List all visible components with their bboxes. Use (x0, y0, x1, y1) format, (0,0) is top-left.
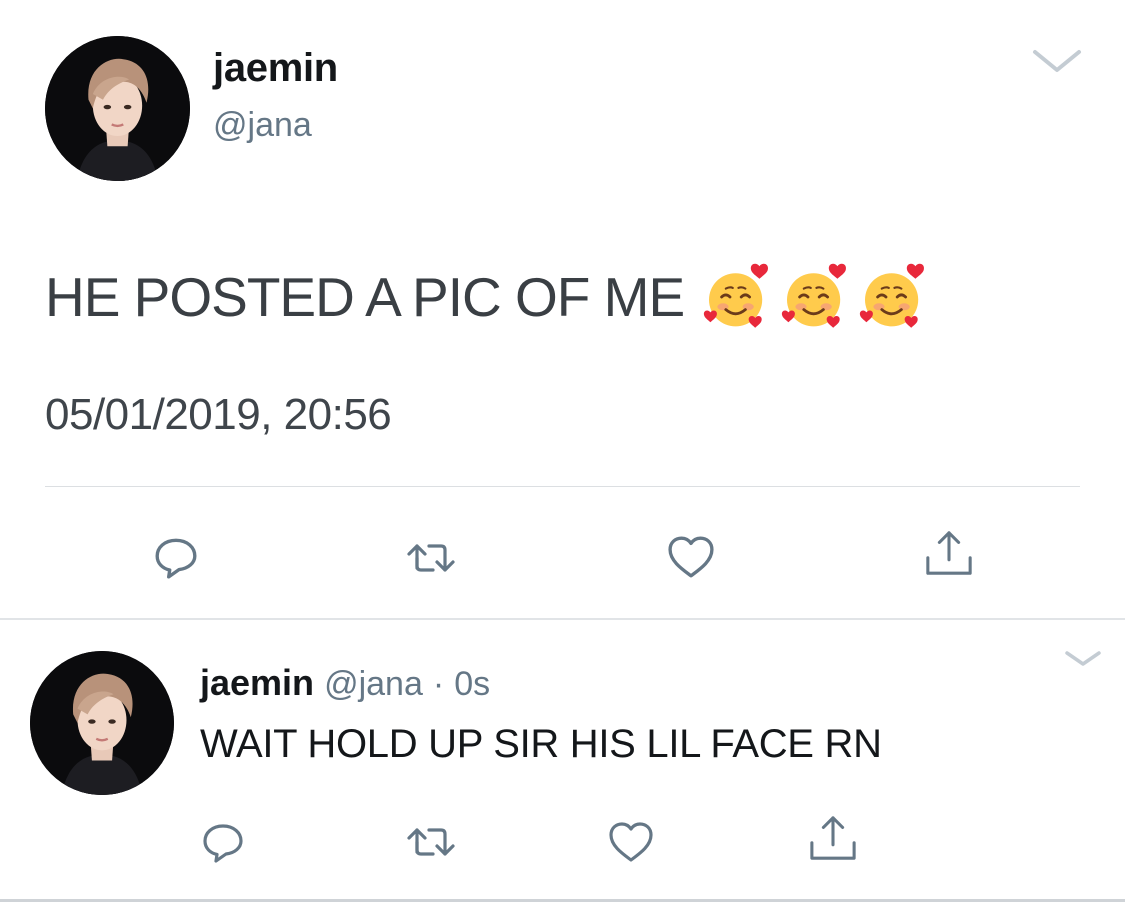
tweet-timestamp[interactable]: 05/01/2019, 20:56 (45, 390, 392, 440)
divider (0, 618, 1125, 620)
avatar[interactable] (45, 36, 190, 181)
share-icon[interactable] (924, 528, 974, 578)
tweet-text-body: HE POSTED A PIC OF ME (45, 266, 685, 328)
smiling-face-with-hearts-icon (858, 262, 928, 332)
divider (45, 486, 1080, 487)
share-icon[interactable] (808, 814, 858, 862)
tweet-text: HE POSTED A PIC OF ME (45, 262, 928, 332)
smiling-face-with-hearts-icon (702, 262, 772, 332)
chevron-down-icon[interactable] (1031, 46, 1083, 76)
emoji-group (702, 262, 928, 332)
reply-header: jaemin @jana · 0s (200, 662, 490, 704)
reply-icon[interactable] (152, 534, 200, 580)
like-icon[interactable] (606, 820, 656, 864)
display-name[interactable]: jaemin (213, 46, 338, 91)
avatar[interactable] (30, 651, 174, 795)
user-handle[interactable]: @jana (324, 665, 423, 703)
separator-dot: · (432, 665, 445, 703)
display-name[interactable]: jaemin (200, 662, 314, 703)
tweet-time[interactable]: 0s (454, 665, 490, 703)
retweet-icon[interactable] (400, 536, 462, 580)
main-tweet: jaemin @jana HE POSTED A PIC OF ME 05/01… (0, 0, 1125, 618)
chevron-down-icon[interactable] (1064, 648, 1102, 670)
user-handle[interactable]: @jana (213, 106, 312, 145)
smiling-face-with-hearts-icon (780, 262, 850, 332)
tweet-text: WAIT HOLD UP SIR HIS LIL FACE RN (200, 722, 882, 766)
retweet-icon[interactable] (400, 820, 462, 864)
like-icon[interactable] (665, 534, 717, 580)
reply-icon[interactable] (200, 820, 246, 864)
